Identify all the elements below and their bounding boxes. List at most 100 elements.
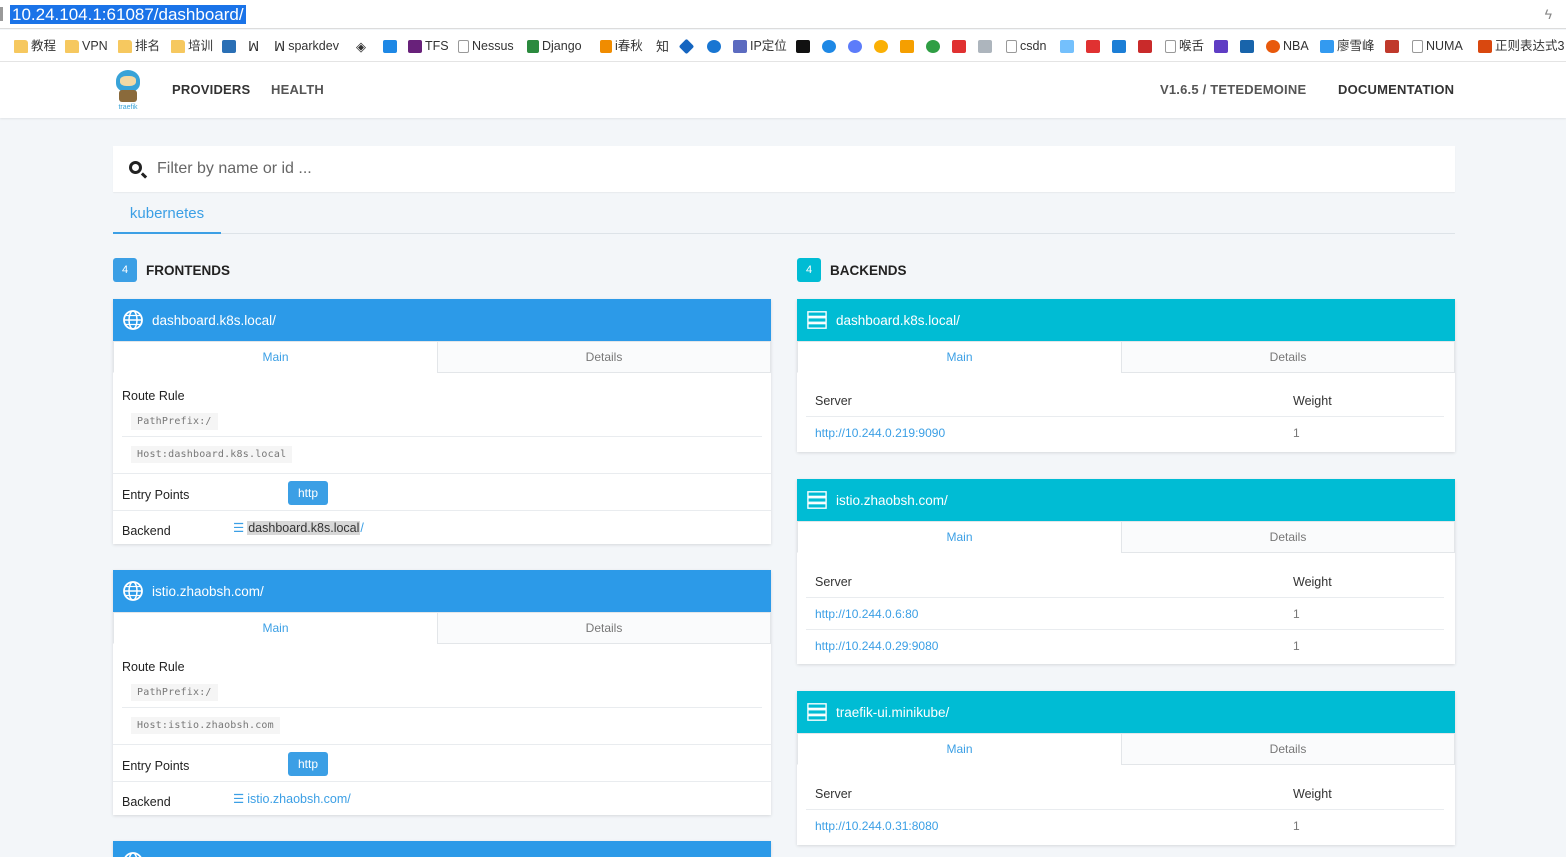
bookmark-regex[interactable]: 正则表达式3 xyxy=(1478,38,1564,55)
tab-main[interactable]: Main xyxy=(797,341,1122,373)
bookmark-feather[interactable]: ꟽ xyxy=(248,38,259,55)
ip-icon xyxy=(733,40,747,53)
backend-card-tabs: Main Details xyxy=(797,521,1455,553)
backend-link[interactable]: ☰ istio.zhaobsh.com/ xyxy=(233,791,351,807)
globe-icon xyxy=(123,581,143,601)
bookmark-jiaocheng[interactable]: 教程 xyxy=(14,38,56,55)
bookmark-z[interactable] xyxy=(1086,38,1103,55)
tool-icon xyxy=(978,40,992,53)
bookmark-ichunqiu[interactable]: i春秋 xyxy=(600,38,643,55)
bookmark-info[interactable] xyxy=(1060,38,1077,55)
frontends-title: FRONTENDS xyxy=(146,262,230,278)
bookmark-ip[interactable]: IP定位 xyxy=(733,38,787,55)
bookmark-nessus[interactable]: Nessus xyxy=(458,38,514,55)
page-icon xyxy=(458,40,469,53)
route-rule-label: Route Rule xyxy=(122,660,185,674)
entry-point-badge[interactable]: http xyxy=(288,481,328,505)
backend-name: traefik-ui.minikube/ xyxy=(836,704,950,720)
tab-details[interactable]: Details xyxy=(1121,521,1455,553)
search-icon xyxy=(129,161,142,174)
nav-version[interactable]: V1.6.5 / TETEDEMOINE xyxy=(1160,82,1306,97)
bookmark-liaoxuefeng[interactable]: 廖雪峰 xyxy=(1320,38,1375,55)
bookmark-coin[interactable] xyxy=(874,38,891,55)
backend-card-header: istio.zhaobsh.com/ xyxy=(797,479,1455,521)
bookmark-6v[interactable] xyxy=(1214,38,1231,55)
bookmark-zhihu[interactable] xyxy=(1112,38,1129,55)
z-icon xyxy=(1086,40,1100,53)
server-icon: ☰ xyxy=(233,521,245,535)
bookmark-c[interactable] xyxy=(926,38,943,55)
stack-icon xyxy=(900,40,914,53)
tab-main[interactable]: Main xyxy=(113,612,438,644)
bookmark-cube[interactable] xyxy=(678,38,695,55)
server-url[interactable]: http://10.244.0.219:9090 xyxy=(815,426,945,440)
bookmark-oracle[interactable] xyxy=(952,38,969,55)
bookmark-paiming[interactable]: 排名 xyxy=(118,38,160,55)
bookmark-dots[interactable] xyxy=(848,38,865,55)
bookmark-jian[interactable] xyxy=(1385,38,1402,55)
url-text[interactable]: 10.24.104.1:61087/dashboard/ xyxy=(10,5,246,24)
rule-path-prefix: PathPrefix:/ xyxy=(131,413,218,430)
tab-kubernetes[interactable]: kubernetes xyxy=(113,198,221,234)
u-icon xyxy=(822,40,836,53)
tab-details[interactable]: Details xyxy=(437,341,771,373)
frontend-card-tabs: Main Details xyxy=(113,341,771,373)
bookmark-sparkdev[interactable]: ꟽ sparkdev xyxy=(274,38,339,55)
backend-link[interactable]: ☰ dashboard.k8s.local / xyxy=(233,520,364,535)
address-bar[interactable]: 10.24.104.1:61087/dashboard/ ϟ xyxy=(0,0,1566,29)
server-url[interactable]: http://10.244.0.31:8080 xyxy=(815,819,938,833)
frontend-card-header xyxy=(113,841,771,857)
bookmark-tool[interactable] xyxy=(978,38,995,55)
bookmark-nba[interactable]: NBA xyxy=(1266,38,1309,55)
bookmark-stack[interactable] xyxy=(900,38,917,55)
tab-details[interactable]: Details xyxy=(1121,341,1455,373)
bookmark-gs[interactable] xyxy=(222,38,239,55)
bookmark-zhi[interactable]: 知 xyxy=(656,38,669,55)
bookmark-numa[interactable]: NUMA xyxy=(1412,38,1463,55)
backends-title: BACKENDS xyxy=(830,262,907,278)
folder-icon xyxy=(118,40,132,53)
bookmark-tiger[interactable] xyxy=(1138,38,1155,55)
bookmark-u[interactable] xyxy=(822,38,839,55)
tab-main[interactable]: Main xyxy=(797,521,1122,553)
backend-link-text: dashboard.k8s.local xyxy=(247,520,361,535)
bookmark-tfs[interactable]: TFS xyxy=(408,38,449,55)
bookmark-csdn[interactable]: csdn xyxy=(1006,38,1046,55)
divider xyxy=(113,744,771,745)
nav-health[interactable]: HEALTH xyxy=(271,82,324,97)
lightning-icon[interactable]: ϟ xyxy=(1545,6,1552,22)
server-stack-icon xyxy=(807,491,827,509)
bookmark-django[interactable]: Django xyxy=(527,38,582,55)
tab-main[interactable]: Main xyxy=(113,341,438,373)
nav-providers[interactable]: PROVIDERS xyxy=(172,82,250,97)
bookmark-vpn[interactable]: VPN xyxy=(65,38,108,55)
bookmark-peixun[interactable]: 培训 xyxy=(171,38,213,55)
tab-edge xyxy=(0,7,3,21)
top-navbar: traefik PROVIDERS HEALTH V1.6.5 / TETEDE… xyxy=(0,62,1566,118)
bookmark-e[interactable] xyxy=(707,38,724,55)
traefik-logo[interactable]: traefik xyxy=(113,68,143,112)
divider xyxy=(122,436,762,437)
nav-documentation[interactable]: DOCUMENTATION xyxy=(1338,82,1454,97)
folder-icon xyxy=(14,40,28,53)
frontends-count-badge: 4 xyxy=(113,258,137,282)
bookmark-star[interactable] xyxy=(383,38,400,55)
entry-point-badge[interactable]: http xyxy=(288,752,328,776)
backends-count-badge: 4 xyxy=(797,258,821,282)
server-url[interactable]: http://10.244.0.6:80 xyxy=(815,607,918,621)
server-weight: 1 xyxy=(1293,426,1300,440)
frontend-card: istio.zhaobsh.com/ Main Details Route Ru… xyxy=(113,570,771,815)
bookmark-n[interactable] xyxy=(796,38,813,55)
bookmark-diamond[interactable]: ◈ xyxy=(356,38,366,55)
folder-icon xyxy=(65,40,79,53)
bookmark-bus[interactable] xyxy=(1240,38,1257,55)
tab-main[interactable]: Main xyxy=(797,733,1122,765)
divider xyxy=(806,597,1444,598)
server-url[interactable]: http://10.244.0.29:9080 xyxy=(815,639,938,653)
tab-details[interactable]: Details xyxy=(1121,733,1455,765)
frontend-card-tabs: Main Details xyxy=(113,612,771,644)
filter-input[interactable] xyxy=(157,154,1437,184)
tab-details[interactable]: Details xyxy=(437,612,771,644)
bookmark-housh[interactable]: 喉舌 xyxy=(1165,38,1204,55)
regex-icon xyxy=(1478,40,1492,53)
